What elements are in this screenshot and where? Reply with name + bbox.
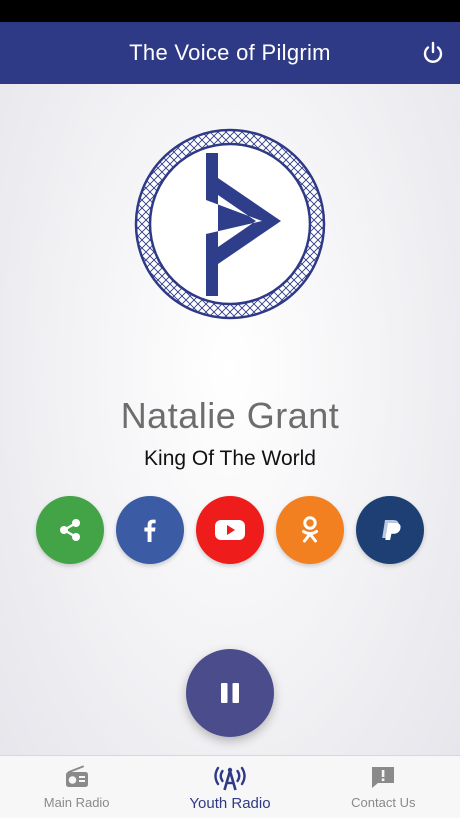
odnoklassniki-icon [302, 516, 318, 543]
power-button[interactable] [420, 40, 446, 66]
share-icon [60, 519, 80, 541]
facebook-icon [144, 519, 156, 542]
paypal-icon [382, 520, 401, 540]
app-header: The Voice of Pilgrim [0, 22, 460, 84]
tab-main-radio[interactable]: Main Radio [0, 756, 153, 818]
tab-contact-us-label: Contact Us [351, 795, 416, 810]
odnoklassniki-button[interactable] [276, 496, 344, 564]
facebook-button[interactable] [116, 496, 184, 564]
app-title: The Voice of Pilgrim [129, 40, 331, 65]
status-bar [0, 0, 460, 22]
tab-youth-radio[interactable]: Youth Radio [153, 756, 306, 818]
artist-name: Natalie Grant [120, 395, 340, 436]
message-alert-icon [372, 767, 395, 788]
paypal-button[interactable] [356, 496, 424, 564]
tab-main-radio-label: Main Radio [43, 795, 110, 810]
youtube-button[interactable] [196, 496, 264, 564]
tab-contact-us[interactable]: Contact Us [307, 756, 460, 818]
radio-icon [65, 765, 88, 787]
share-button[interactable] [36, 496, 104, 564]
song-title: King Of The World [144, 447, 316, 470]
power-icon [423, 41, 443, 63]
tab-youth-radio-label: Youth Radio [189, 795, 271, 812]
pause-icon [221, 683, 239, 703]
bottom-tab-bar: Main Radio Youth Radio Contact Us [0, 755, 460, 818]
social-buttons [36, 496, 426, 564]
pause-button[interactable] [186, 649, 274, 737]
antenna-icon [214, 766, 246, 791]
station-logo [134, 128, 326, 320]
youtube-icon [215, 520, 245, 540]
